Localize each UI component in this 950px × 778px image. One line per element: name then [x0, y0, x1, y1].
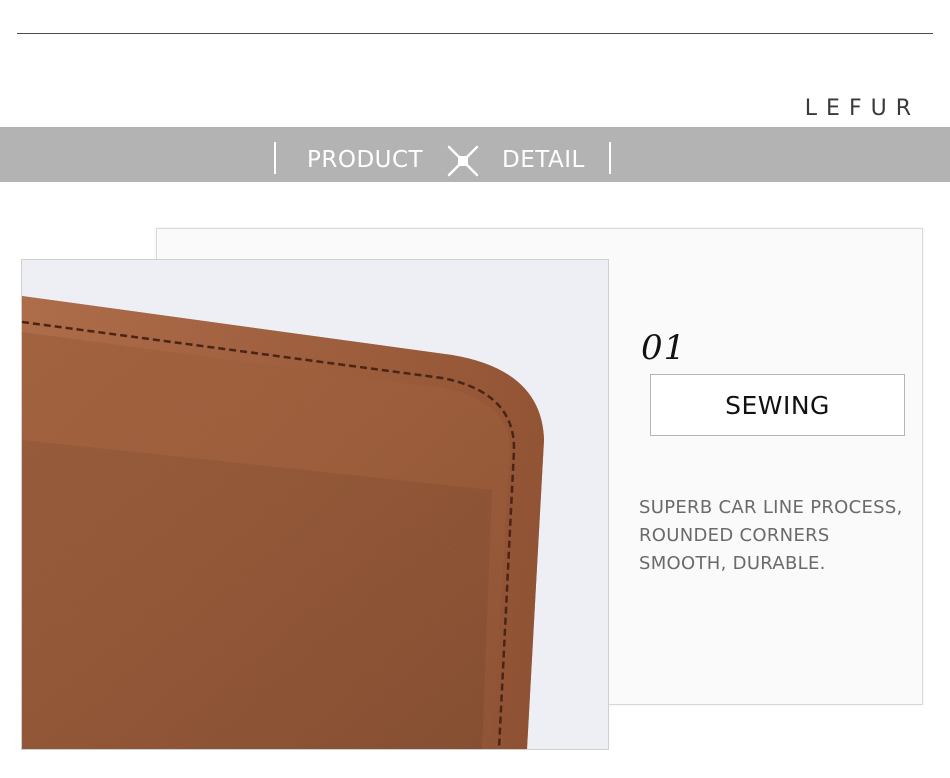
- banner-right-bar: [609, 142, 611, 174]
- brand-name: LEFUR: [804, 96, 920, 121]
- description-line: ROUNDED CORNERS: [639, 525, 830, 546]
- banner-left-bar: [274, 142, 276, 174]
- description-line: SUPERB CAR LINE PROCESS,: [639, 497, 903, 518]
- feature-number: 01: [641, 328, 687, 368]
- feature-title: SEWING: [725, 390, 830, 420]
- description-line: SMOOTH, DURABLE.: [639, 553, 826, 574]
- leather-wallet-image: [22, 260, 608, 749]
- cross-icon: [447, 145, 479, 177]
- banner-detail-label: DETAIL: [502, 147, 585, 173]
- top-divider: [17, 33, 933, 34]
- banner-product-label: PRODUCT: [307, 147, 424, 173]
- product-photo: [21, 259, 609, 750]
- section-banner: PRODUCT DETAIL: [0, 127, 950, 182]
- feature-title-box: SEWING: [650, 374, 905, 436]
- feature-description: SUPERB CAR LINE PROCESS, ROUNDED CORNERS…: [639, 494, 929, 578]
- product-detail-page: LEFUR PRODUCT DETAIL 01 SEWING SUPERB CA…: [0, 0, 950, 778]
